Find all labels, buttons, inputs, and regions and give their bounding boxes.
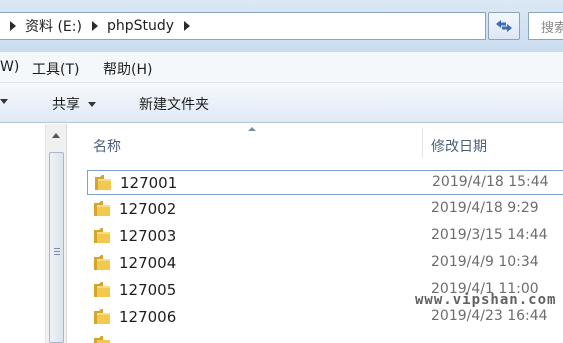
file-name: 127005 [119, 281, 177, 299]
refresh-icon [496, 20, 512, 32]
file-name: 127003 [119, 227, 177, 245]
menu-bar: W) 工具(T) 帮助(H) [0, 52, 563, 83]
new-folder-button[interactable]: 新建文件夹 [139, 94, 209, 114]
column-name-header[interactable]: 名称 [93, 136, 121, 156]
file-date: 2019/4/9 10:34 [431, 254, 539, 270]
menu-item-tools[interactable]: 工具(T) [32, 59, 79, 79]
file-date: 2019/4/23 16:44 [431, 308, 548, 324]
folder-icon [94, 255, 110, 270]
folder-icon [94, 282, 110, 297]
file-name: 127004 [119, 254, 177, 272]
address-bar[interactable]: 资料 (E:) phpStudy [0, 12, 486, 40]
file-date: 2019/4/18 15:44 [432, 174, 549, 190]
column-date-header[interactable]: 修改日期 [431, 136, 487, 156]
share-button[interactable]: 共享 [52, 94, 96, 114]
file-row[interactable]: 127006 2019/4/23 16:44 [87, 305, 563, 330]
command-bar: 共享 新建文件夹 [0, 83, 563, 123]
file-name: 127001 [120, 174, 178, 192]
share-label: 共享 [52, 97, 80, 113]
dropdown-arrow-icon [88, 101, 96, 107]
folder-icon [95, 175, 111, 190]
file-list: 名称 修改日期 127001 2019/4/18 15:44 127002 20… [67, 124, 563, 343]
breadcrumb-drive[interactable]: 资料 (E:) [25, 13, 82, 39]
nav-scrollbar[interactable] [45, 124, 67, 343]
column-divider[interactable] [422, 128, 423, 158]
scroll-up-icon[interactable] [52, 133, 60, 138]
folder-icon [94, 201, 110, 216]
menu-item-view[interactable]: W) [0, 59, 19, 75]
organize-dropdown-icon[interactable] [0, 99, 8, 104]
new-folder-label: 新建文件夹 [139, 97, 209, 113]
file-row-partial[interactable] [87, 332, 563, 343]
navigation-pane[interactable] [0, 124, 45, 343]
file-row[interactable]: 127002 2019/4/18 9:29 [87, 197, 563, 222]
file-date: 2019/4/18 9:29 [431, 200, 539, 216]
menu-item-help[interactable]: 帮助(H) [103, 59, 152, 79]
file-row[interactable]: 127004 2019/4/9 10:34 [87, 251, 563, 276]
breadcrumb-separator-icon[interactable] [184, 13, 191, 39]
address-strip: 资料 (E:) phpStudy 搜索 [0, 0, 563, 52]
file-name: 127006 [119, 308, 177, 326]
refresh-button[interactable] [488, 12, 520, 40]
column-header: 名称 修改日期 [67, 124, 563, 162]
breadcrumb-separator-icon[interactable] [10, 13, 16, 39]
breadcrumb-separator-icon[interactable] [91, 13, 98, 39]
file-row[interactable]: 127001 2019/4/18 15:44 [87, 170, 563, 195]
folder-icon [94, 228, 110, 243]
folder-icon [94, 309, 110, 324]
file-date: 2019/3/15 14:44 [431, 227, 548, 243]
sort-arrow-icon [248, 127, 256, 131]
breadcrumb-folder[interactable]: phpStudy [107, 13, 174, 39]
search-input[interactable]: 搜索 [528, 12, 563, 40]
scrollbar-thumb[interactable] [49, 152, 64, 343]
folder-icon [94, 336, 110, 343]
file-name: 127002 [119, 200, 177, 218]
file-row[interactable]: 127003 2019/3/15 14:44 [87, 224, 563, 249]
watermark: www.vipshan.com [415, 292, 557, 308]
